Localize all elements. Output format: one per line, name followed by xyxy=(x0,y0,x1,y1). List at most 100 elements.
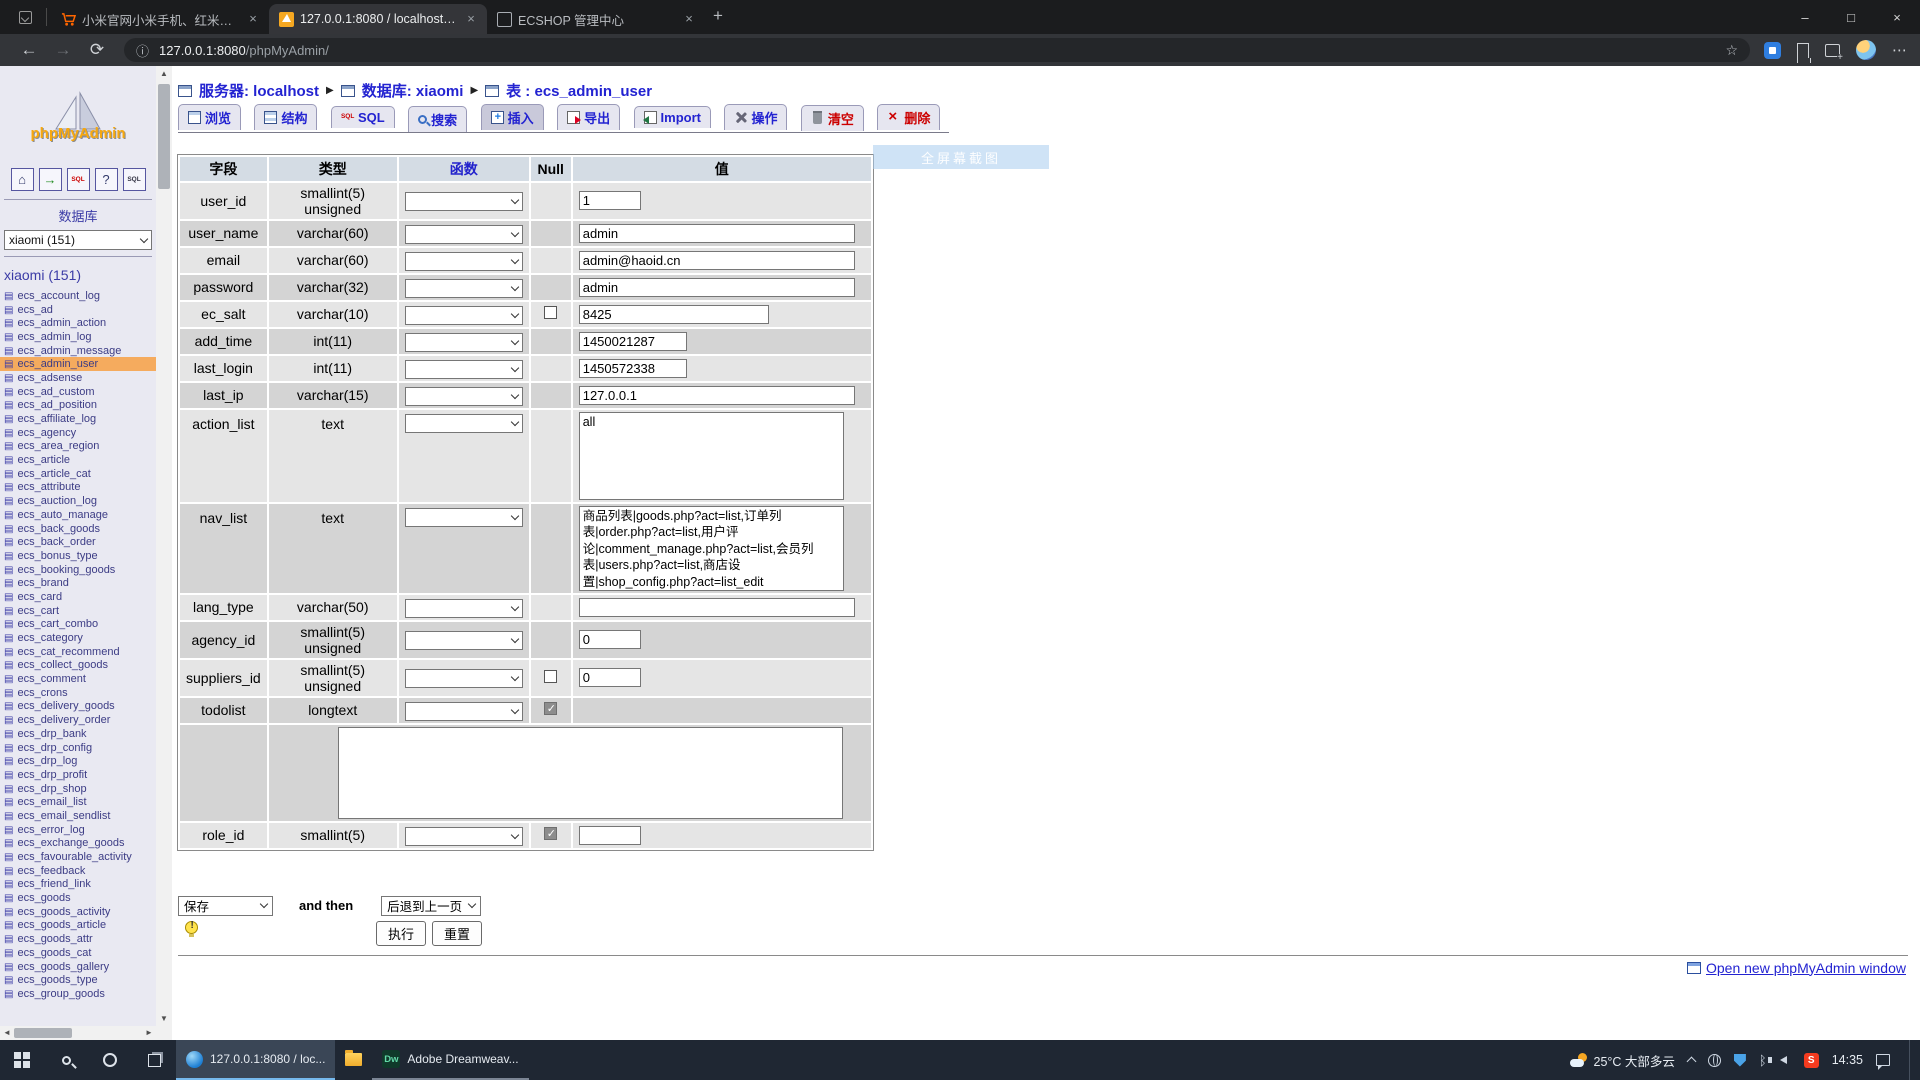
value-input-add_time[interactable] xyxy=(579,332,687,351)
show-desktop-button[interactable] xyxy=(1909,1040,1914,1080)
sidebar-table-item[interactable]: ecs_goods_gallery xyxy=(0,960,156,974)
sidebar-table-item[interactable]: ecs_friend_link xyxy=(0,878,156,892)
reset-button[interactable]: 重置 xyxy=(432,921,482,946)
scroll-left-arrow[interactable]: ◄ xyxy=(0,1026,14,1040)
null-checkbox[interactable] xyxy=(544,702,557,715)
value-input-last_ip[interactable] xyxy=(579,386,855,405)
tab-sql[interactable]: SQL xyxy=(331,106,395,128)
tab-import[interactable]: Import xyxy=(634,106,711,128)
sidebar-table-item[interactable]: ecs_category xyxy=(0,631,156,645)
tab-export[interactable]: 导出 xyxy=(557,104,620,130)
sidebar-table-item[interactable]: ecs_favourable_activity xyxy=(0,850,156,864)
sidebar-table-item[interactable]: ecs_goods_activity xyxy=(0,905,156,919)
sidebar-table-item[interactable]: ecs_delivery_goods xyxy=(0,700,156,714)
action-center-icon[interactable] xyxy=(1876,1054,1890,1066)
docs-icon[interactable]: ? xyxy=(95,168,118,191)
new-tab-button[interactable]: + xyxy=(713,6,723,26)
browser-tab-phpmyadmin[interactable]: 127.0.0.1:8080 / localhost / xiaom × xyxy=(269,4,487,34)
scrollbar-thumb[interactable] xyxy=(14,1028,72,1038)
close-tab-icon[interactable]: × xyxy=(681,11,697,27)
browser-tab-xiaomi[interactable]: 小米官网小米手机、红米手机、 × xyxy=(51,4,269,34)
close-tab-icon[interactable]: × xyxy=(245,11,261,27)
sidebar-table-item[interactable]: ecs_crons xyxy=(0,686,156,700)
save-select[interactable]: 保存 xyxy=(178,896,273,916)
value-input-agency_id[interactable] xyxy=(579,630,641,649)
function-select[interactable] xyxy=(405,225,523,244)
cortana-button[interactable] xyxy=(88,1040,132,1080)
sidebar-table-item[interactable]: ecs_affiliate_log xyxy=(0,412,156,426)
sidebar-table-item[interactable]: ecs_admin_message xyxy=(0,344,156,358)
sidebar-table-item[interactable]: ecs_drp_profit xyxy=(0,768,156,782)
value-input-email[interactable] xyxy=(579,251,855,270)
sidebar-table-item[interactable]: ecs_agency xyxy=(0,426,156,440)
extension-icon[interactable] xyxy=(1764,42,1781,59)
home-icon[interactable]: ⌂ xyxy=(11,168,34,191)
hidden-icons-chevron[interactable] xyxy=(1686,1057,1696,1067)
sidebar-table-item[interactable]: ecs_drp_shop xyxy=(0,782,156,796)
sidebar-table-item[interactable]: ecs_goods_attr xyxy=(0,932,156,946)
function-select[interactable] xyxy=(405,702,523,721)
sidebar-table-item[interactable]: ecs_card xyxy=(0,590,156,604)
value-input-user_id[interactable] xyxy=(579,191,641,210)
sidebar-table-item[interactable]: ecs_drp_config xyxy=(0,741,156,755)
tab-drop[interactable]: 删除 xyxy=(877,104,940,130)
weather-widget[interactable]: 25°C 大部多云 xyxy=(1570,1051,1675,1070)
function-select[interactable] xyxy=(405,360,523,379)
tab-empty[interactable]: 清空 xyxy=(801,105,864,131)
tab-structure[interactable]: 结构 xyxy=(254,104,317,130)
phpmyadmin-logo[interactable]: phpMyAdmin xyxy=(0,66,156,166)
sidebar-table-item[interactable]: ecs_email_list xyxy=(0,795,156,809)
sidebar-table-item[interactable]: ecs_auto_manage xyxy=(0,508,156,522)
function-select[interactable] xyxy=(405,669,523,688)
null-checkbox[interactable] xyxy=(544,827,557,840)
function-select[interactable] xyxy=(405,192,523,211)
sidebar-table-item[interactable]: ecs_collect_goods xyxy=(0,659,156,673)
taskbar-clock[interactable]: 14:35 xyxy=(1832,1053,1863,1067)
value-input-user_name[interactable] xyxy=(579,224,855,243)
scroll-down-arrow[interactable]: ▼ xyxy=(156,1011,172,1026)
sql-window-icon[interactable]: SQL xyxy=(67,168,90,191)
sidebar-table-item[interactable]: ecs_ad_position xyxy=(0,399,156,413)
function-select[interactable] xyxy=(405,333,523,352)
back-icon[interactable]: ← xyxy=(12,40,46,60)
profile-avatar[interactable] xyxy=(1856,40,1876,60)
task-view-button[interactable] xyxy=(132,1040,176,1080)
sidebar-vertical-scrollbar[interactable]: ▲ ▼ xyxy=(156,66,172,1040)
sidebar-table-item[interactable]: ecs_goods_article xyxy=(0,919,156,933)
function-select[interactable] xyxy=(405,827,523,846)
value-input-lang_type[interactable] xyxy=(579,598,855,617)
sidebar-table-item[interactable]: ecs_drp_log xyxy=(0,754,156,768)
value-input-role_id[interactable] xyxy=(579,826,641,845)
function-select[interactable] xyxy=(405,599,523,618)
value-input-password[interactable] xyxy=(579,278,855,297)
value-input-suppliers_id[interactable] xyxy=(579,668,641,687)
breadcrumb-db-label[interactable]: 数据库: xyxy=(362,83,412,100)
sidebar-table-item[interactable]: ecs_article xyxy=(0,453,156,467)
sidebar-table-item[interactable]: ecs_goods_cat xyxy=(0,946,156,960)
database-select[interactable]: xiaomi (151) xyxy=(4,230,152,250)
sidebar-table-item[interactable]: ecs_cart xyxy=(0,604,156,618)
function-select[interactable] xyxy=(405,508,523,527)
go-button[interactable]: 执行 xyxy=(376,921,426,946)
function-select[interactable] xyxy=(405,279,523,298)
sidebar-table-item[interactable]: ecs_exchange_goods xyxy=(0,837,156,851)
function-select[interactable] xyxy=(405,414,523,433)
taskbar-app-browser[interactable]: 127.0.0.1:8080 / loc... xyxy=(176,1040,335,1080)
sidebar-table-item[interactable]: ecs_email_sendlist xyxy=(0,809,156,823)
open-new-window-link[interactable]: Open new phpMyAdmin window xyxy=(1706,960,1906,976)
breadcrumb-server-label[interactable]: 服务器: xyxy=(199,83,249,100)
sidebar-table-item[interactable]: ecs_account_log xyxy=(0,289,156,303)
input-method-icon[interactable]: S xyxy=(1804,1053,1819,1068)
sidebar-table-item[interactable]: ecs_back_goods xyxy=(0,522,156,536)
value-textarea-nav_list[interactable]: 商品列表|goods.php?act=list,订单列表|order.php?a… xyxy=(579,506,844,591)
taskbar-search-button[interactable] xyxy=(44,1040,88,1080)
sidebar-table-item[interactable]: ecs_error_log xyxy=(0,823,156,837)
bluetooth-icon[interactable]: ᛒ xyxy=(1759,1053,1767,1068)
query-window-icon[interactable]: SQL xyxy=(123,168,146,191)
sidebar-table-item[interactable]: ecs_booking_goods xyxy=(0,563,156,577)
tab-browse[interactable]: 浏览 xyxy=(178,104,241,130)
sidebar-table-item[interactable]: ecs_drp_bank xyxy=(0,727,156,741)
sidebar-table-item[interactable]: ecs_adsense xyxy=(0,371,156,385)
value-textarea-todolist[interactable] xyxy=(338,727,843,819)
site-info-icon[interactable]: ⓘ xyxy=(136,41,149,60)
